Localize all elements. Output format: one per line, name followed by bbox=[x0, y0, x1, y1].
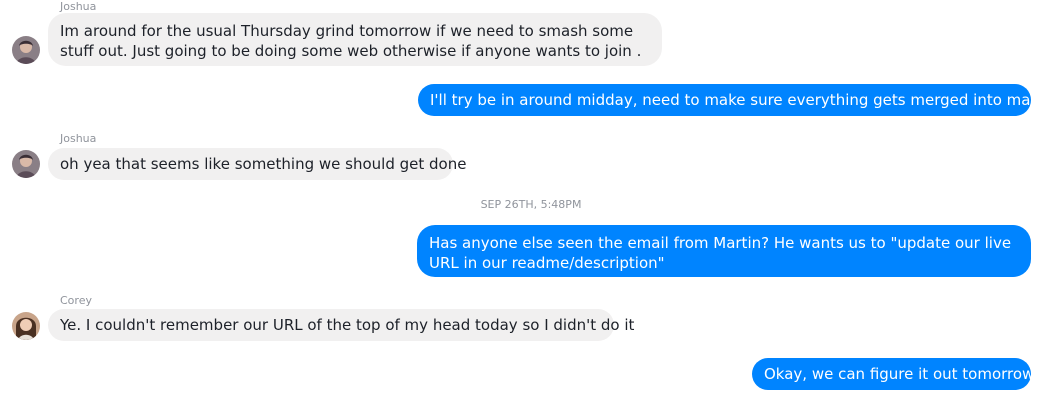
message-bubble[interactable]: Ye. I couldn't remember our URL of the t… bbox=[48, 309, 634, 341]
message-thread: Joshua Im around for the usual Thursday … bbox=[0, 0, 1046, 409]
sender-name: Corey bbox=[60, 294, 92, 307]
message-bubble[interactable]: Okay, we can figure it out tomorrow bbox=[752, 358, 1034, 390]
corey-avatar-icon[interactable] bbox=[12, 312, 40, 340]
sender-name: Joshua bbox=[60, 0, 97, 13]
message-bubble[interactable]: Has anyone else seen the email from Mart… bbox=[417, 225, 1031, 277]
message-bubble[interactable]: Im around for the usual Thursday grind t… bbox=[48, 13, 662, 66]
joshua-avatar-icon[interactable] bbox=[12, 150, 40, 178]
joshua-avatar-icon[interactable] bbox=[12, 36, 40, 64]
message-bubble[interactable]: oh yea that seems like something we shou… bbox=[48, 148, 466, 180]
sender-name: Joshua bbox=[60, 132, 97, 145]
message-bubble[interactable]: I'll try be in around midday, need to ma… bbox=[418, 84, 1046, 116]
timestamp-divider: SEP 26TH, 5:48PM bbox=[480, 198, 582, 211]
